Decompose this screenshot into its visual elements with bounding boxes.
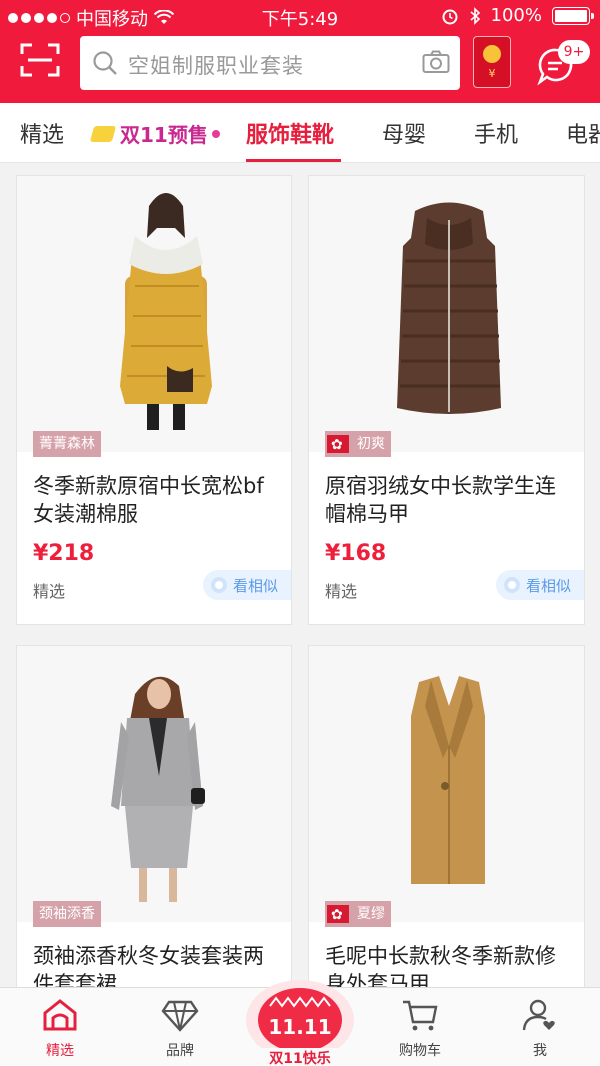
home-icon [43,999,77,1031]
nav-home[interactable]: 精选 [20,998,100,1060]
nav-brand[interactable]: 品牌 [140,998,220,1060]
view-similar-label: 看相似 [526,576,572,595]
diamond-icon [161,1000,199,1032]
similar-icon [211,577,227,593]
shop-name: 菁菁森林 [39,436,95,452]
shop-badge: 夏缪 [325,901,391,928]
nav-cart[interactable]: 购物车 [380,998,460,1060]
view-similar-label: 看相似 [233,576,279,595]
messages-button[interactable]: 9+ [534,40,590,90]
status-bar: 中国移动 下午5:49 100% [0,0,600,32]
product-card[interactable]: 颈袖添香 颈袖添香秋冬女装套装两件套套裙 [16,645,292,1005]
product-card[interactable]: 夏缪 毛呢中长款秋冬季新款修身外套马甲 [308,645,585,1005]
shop-badge: 颈袖添香 [33,901,101,927]
gem-icon [89,125,117,142]
product-image [309,646,584,922]
view-similar-button[interactable]: 看相似 [203,570,291,600]
hong-kong-flag-icon [327,902,349,928]
festival-badge-text: 11.11 [268,1015,331,1039]
sparkle-icon [211,129,220,138]
nav-brand-label: 品牌 [166,1043,194,1059]
product-title: 原宿羽绒女中长款学生连帽棉马甲 [325,474,556,526]
red-packet-button[interactable]: ¥ [473,36,511,88]
bluetooth-icon [470,6,480,25]
nav-profile[interactable]: 我 [500,998,580,1060]
status-right: 100% [441,5,594,26]
tab-phones[interactable]: 手机 [474,117,518,149]
category-tabs: 精选 双11预售 服饰鞋靴 母婴 手机 电器 [0,103,600,163]
product-card[interactable]: 菁菁森林 冬季新款原宿中长宽松bf女装潮棉服 ¥218 精选 看相似 [16,175,292,625]
product-price: ¥168 [325,541,387,566]
tab-apparel-shoes[interactable]: 服饰鞋靴 [246,117,334,149]
view-similar-button[interactable]: 看相似 [496,570,584,600]
shop-name: 夏缪 [357,906,385,922]
product-image [17,646,291,922]
festival-1111-icon: 11.11 [246,980,354,1060]
shop-badge: 菁菁森林 [33,431,101,457]
tab-double11-presale[interactable]: 双11预售 [89,119,220,148]
nav-cart-label: 购物车 [399,1043,441,1059]
search-bar[interactable]: 空姐制服职业套装 [80,36,460,90]
nav-double11-label: 双11快乐 [269,1051,331,1066]
bottom-tab-bar: 精选 品牌 11.11 双11快乐 购物车 我 [0,980,600,1066]
nav-home-label: 精选 [46,1043,74,1059]
shop-badge: 初爽 [325,431,391,458]
shop-name: 颈袖添香 [39,906,95,922]
shop-name: 初爽 [357,436,385,452]
cart-icon [403,1000,438,1031]
red-packet-symbol: ¥ [488,67,496,80]
tab-appliances[interactable]: 电器 [566,117,600,149]
product-title: 冬季新款原宿中长宽松bf女装潮棉服 [33,474,264,526]
nav-profile-label: 我 [533,1043,547,1059]
app-header: 中国移动 下午5:49 100% 空姐制服职业套装 ¥ 9+ [0,0,600,103]
message-badge: 9+ [558,40,590,64]
product-tag: 精选 [33,582,66,601]
tab-double11-label: 双11预售 [120,123,208,147]
product-image [309,176,584,452]
hong-kong-flag-icon [327,432,349,458]
search-icon [93,51,117,75]
product-price: ¥218 [33,541,95,566]
user-heart-icon [522,999,555,1031]
battery-percent: 100% [490,5,542,26]
tab-featured[interactable]: 精选 [20,117,64,149]
product-tag: 精选 [325,582,358,601]
product-card[interactable]: 初爽 原宿羽绒女中长款学生连帽棉马甲 ¥168 精选 看相似 [308,175,585,625]
red-packet-icon [483,45,501,63]
nav-double11[interactable]: 11.11 双11快乐 [240,976,360,1066]
active-tab-indicator [246,159,341,162]
battery-icon [552,6,594,25]
camera-icon[interactable] [422,50,450,74]
scan-icon[interactable] [20,42,60,78]
product-image [17,176,291,452]
alarm-icon [442,9,458,24]
similar-icon [504,577,520,593]
search-placeholder: 空姐制服职业套装 [128,54,304,78]
tab-baby[interactable]: 母婴 [382,117,426,149]
